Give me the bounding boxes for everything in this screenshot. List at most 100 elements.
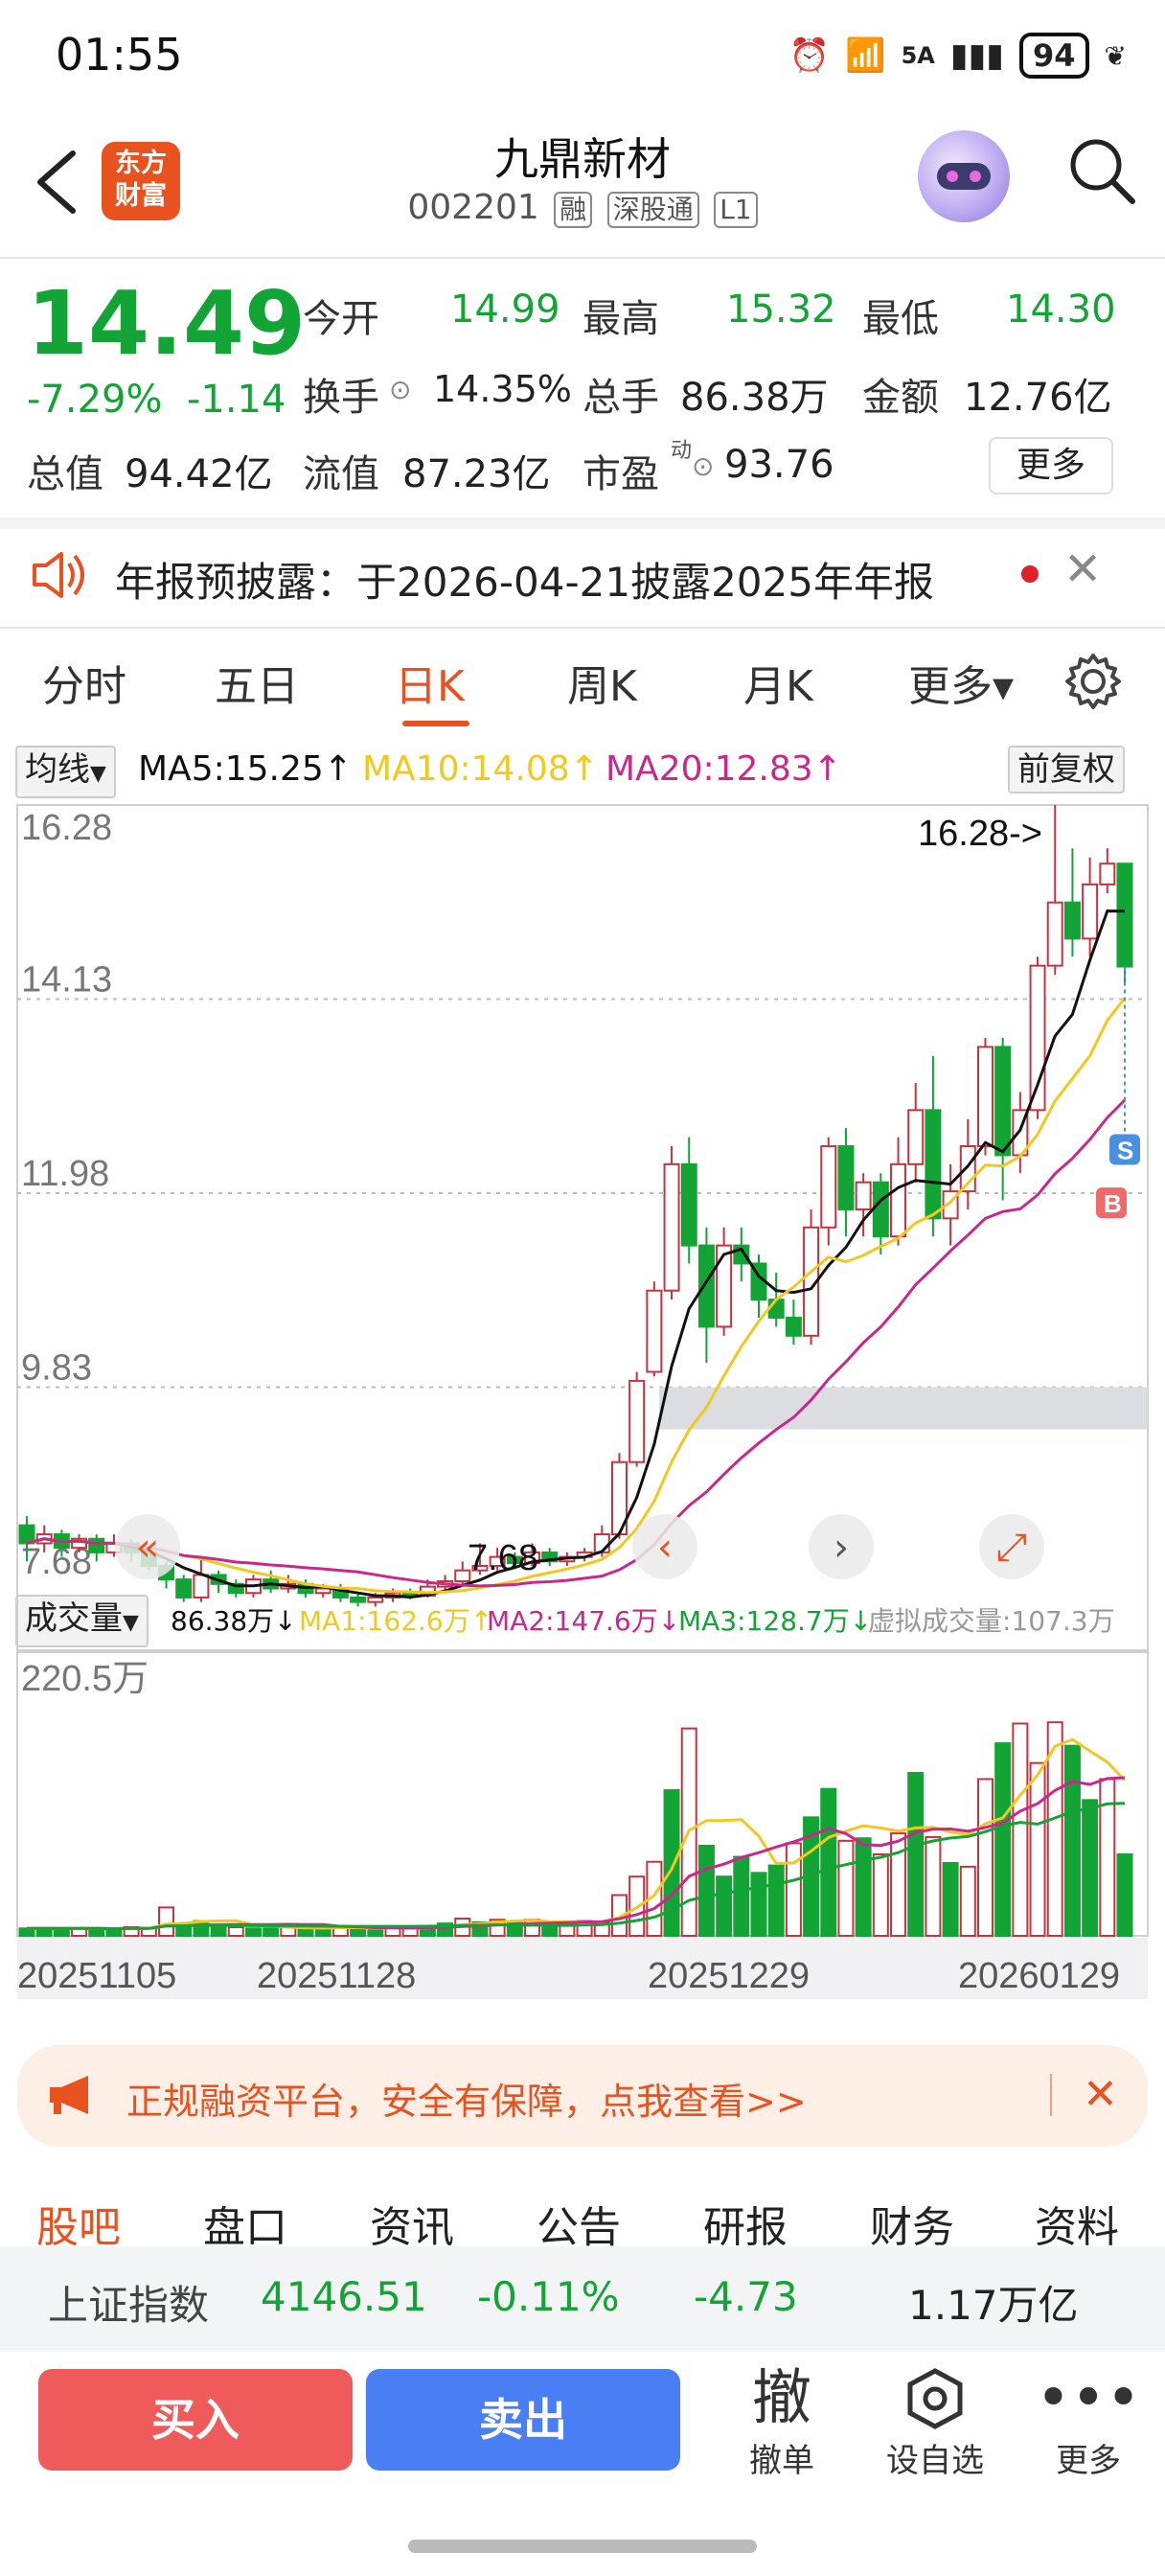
- float-value: 87.23亿: [402, 452, 551, 496]
- volume-bar: [263, 1927, 280, 1937]
- hexagon-icon: [868, 2361, 1002, 2434]
- add-watchlist-button[interactable]: 设自选: [868, 2361, 1002, 2481]
- volume-bar: [158, 1906, 175, 1938]
- candle-body: [680, 1162, 697, 1247]
- home-indicator[interactable]: [408, 2540, 757, 2553]
- divider: [0, 257, 1165, 259]
- volume-bar: [367, 1928, 384, 1937]
- open-label: 今开: [303, 297, 379, 341]
- tab-daily-k[interactable]: 日K: [395, 652, 465, 713]
- candle-body: [646, 1289, 663, 1373]
- max-price-annotation: 16.28->: [918, 814, 1042, 854]
- search-icon: [1070, 139, 1135, 204]
- current-price: 14.49: [27, 272, 307, 375]
- candle-body: [890, 1162, 907, 1238]
- volume-bar: [785, 1842, 802, 1938]
- volume-max-label: 220.5万: [21, 1659, 148, 1699]
- ma5-line: [26, 909, 1126, 1599]
- wifi-icon: 📶: [845, 36, 886, 75]
- volume-bar: [890, 1832, 907, 1938]
- tab-weekly-k[interactable]: 周K: [567, 652, 637, 713]
- volume-bar: [227, 1925, 244, 1938]
- volume-bar: [105, 1928, 123, 1937]
- index-name: 上证指数: [48, 2282, 210, 2329]
- alarm-icon: ⏰: [788, 36, 831, 75]
- promo-close-icon[interactable]: ✕: [1083, 2070, 1118, 2119]
- scroll-right-icon-glyph: ›: [834, 1526, 849, 1570]
- volume-bar: [1029, 1761, 1046, 1937]
- tab-more[interactable]: 更多▾: [908, 652, 1014, 713]
- volume-bar: [907, 1771, 925, 1938]
- subtab-announcement[interactable]: 公告: [537, 2193, 621, 2254]
- volume-bar: [872, 1852, 889, 1937]
- more-quote-button[interactable]: 更多: [989, 437, 1113, 494]
- candle-body: [872, 1181, 889, 1238]
- min-price-annotation: 7.68: [468, 1538, 538, 1578]
- candle-body: [193, 1574, 210, 1598]
- candle-body: [907, 1109, 925, 1165]
- volume-bar: [1082, 1799, 1099, 1938]
- y-tick-label: 9.83: [21, 1348, 92, 1389]
- subtab-news[interactable]: 资讯: [370, 2193, 454, 2254]
- speaker-icon: [33, 552, 84, 598]
- candle-body: [367, 1596, 384, 1603]
- subtab-research[interactable]: 研报: [703, 2193, 788, 2254]
- amount-value: 12.76亿: [964, 376, 1112, 420]
- index-amount: 1.17万亿: [908, 2282, 1079, 2329]
- change-amt: -1.14: [186, 378, 286, 422]
- x-tick-label: 20251229: [648, 1956, 810, 1996]
- change-line: -7.29% -1.14: [27, 378, 286, 422]
- notice-close-icon[interactable]: ✕: [1063, 542, 1102, 596]
- tab-intraday[interactable]: 分时: [42, 652, 126, 713]
- high-value: 15.32: [726, 288, 836, 332]
- candle-body: [855, 1181, 872, 1210]
- volume-bar: [767, 1864, 785, 1938]
- open-value: 14.99: [450, 288, 560, 332]
- volume-bar: [925, 1835, 942, 1937]
- signal-icon: ▮▮▮: [949, 36, 1004, 75]
- subtab-guba[interactable]: 股吧: [36, 2193, 121, 2254]
- candle-body: [785, 1316, 802, 1337]
- candle-body: [350, 1596, 367, 1603]
- cancel-order-button[interactable]: 撤 撤单: [715, 2361, 849, 2481]
- scroll-left-icon-glyph: ‹: [657, 1526, 673, 1570]
- pe-sup: 动: [671, 439, 693, 463]
- info-icon[interactable]: ⊙: [389, 374, 411, 405]
- candle-body: [994, 1046, 1012, 1157]
- more-actions-button[interactable]: ••• 更多: [1021, 2361, 1155, 2481]
- cancel-icon: 撤: [751, 2362, 811, 2432]
- stock-code: 002201: [407, 188, 539, 227]
- divider: [0, 627, 1165, 629]
- kline-chart[interactable]: 16.2814.1311.989.837.6816.28->7.68SB« ‹ › ⤢…: [0, 744, 1165, 2028]
- candle-body: [716, 1244, 733, 1328]
- tag-level: L1: [714, 192, 758, 228]
- volume-bar: [663, 1789, 680, 1938]
- tab-monthly-k[interactable]: 月K: [743, 652, 813, 713]
- buy-button[interactable]: 买入: [38, 2369, 353, 2471]
- battery-icon: 94: [1019, 33, 1089, 79]
- pe-info-icon[interactable]: ⊙: [692, 450, 714, 482]
- megaphone-icon: [50, 2076, 88, 2114]
- turnover-label: 换手: [303, 376, 379, 420]
- high-label: 最高: [582, 297, 659, 341]
- volume-value: 86.38万: [680, 376, 829, 420]
- promo-text: 正规融资平台，安全有保障，点我查看>>: [126, 2081, 807, 2123]
- main-panel-frame: [16, 804, 1149, 1651]
- notice-text: 年报预披露：于2026-04-21披露2025年年报: [115, 559, 934, 606]
- subtab-profile[interactable]: 资料: [1035, 2193, 1119, 2254]
- search-button[interactable]: [1063, 132, 1140, 209]
- volume-bar: [750, 1872, 767, 1937]
- mktcap-value: 94.42亿: [125, 452, 273, 496]
- tab-5day[interactable]: 五日: [215, 652, 299, 713]
- mktcap-label: 总值: [27, 452, 103, 496]
- volume-bar: [837, 1839, 855, 1938]
- candle-body: [1099, 862, 1116, 886]
- sell-button[interactable]: 卖出: [366, 2369, 680, 2471]
- assistant-avatar[interactable]: [918, 130, 1010, 222]
- candle-body: [1082, 883, 1099, 940]
- settings-gear-icon[interactable]: [1063, 652, 1123, 711]
- subtab-finance[interactable]: 财务: [870, 2193, 954, 2254]
- signal-label: 5A: [901, 42, 935, 69]
- subtab-pankou[interactable]: 盘口: [203, 2193, 287, 2254]
- volume-bar: [820, 1787, 837, 1937]
